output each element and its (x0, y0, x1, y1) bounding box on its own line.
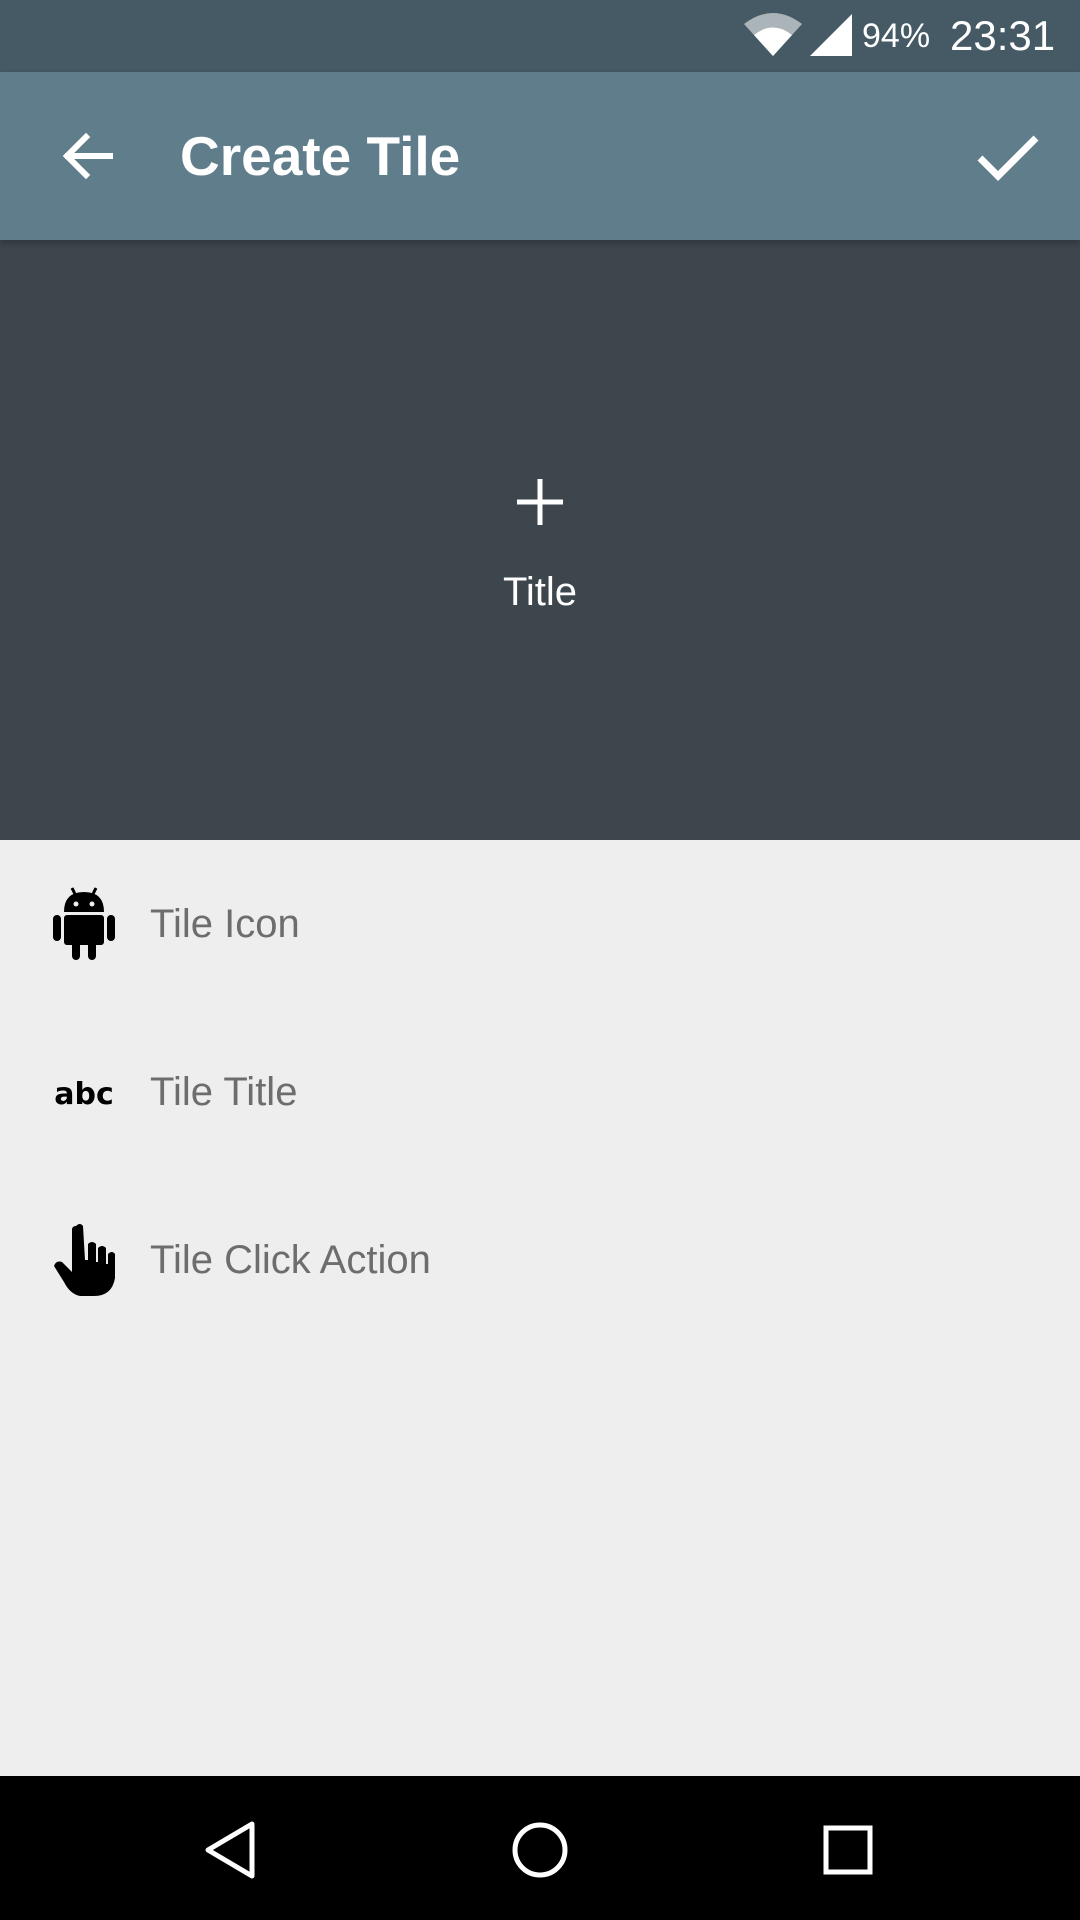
recents-square-icon[interactable] (816, 1818, 880, 1882)
navigation-bar (0, 1776, 1080, 1920)
home-circle-icon[interactable] (508, 1818, 572, 1882)
screen: 94% 23:31 Create Tile Title Tile Icon ab… (0, 0, 1080, 1920)
android-icon (53, 887, 115, 960)
plus-icon (517, 479, 563, 525)
tile-preview-title: Title (502, 570, 578, 614)
option-label: Tile Icon (150, 902, 300, 946)
svg-text:abc: abc (54, 1077, 114, 1112)
page-title: Create Tile (180, 125, 461, 187)
option-label: Tile Click Action (150, 1238, 431, 1282)
option-tile-click-action[interactable]: Tile Click Action (0, 1176, 1080, 1344)
option-tile-title[interactable]: abc Tile Title (0, 1008, 1080, 1176)
option-tile-icon[interactable]: Tile Icon (0, 840, 1080, 1008)
check-icon[interactable] (974, 122, 1042, 190)
cell-signal-icon (810, 14, 852, 56)
back-triangle-icon[interactable] (200, 1818, 264, 1882)
arrow-back-icon[interactable] (56, 124, 120, 188)
option-label: Tile Title (150, 1070, 298, 1114)
abc-text-icon: abc (54, 1077, 114, 1112)
app-bar: Create Tile (0, 72, 1080, 240)
status-bar: 94% 23:31 (0, 0, 1080, 72)
tile-preview[interactable]: Title (0, 240, 1080, 840)
battery-level: 94% (862, 17, 931, 55)
touch-hand-icon (54, 1224, 115, 1296)
clock: 23:31 (950, 12, 1056, 59)
wifi-icon (744, 13, 802, 56)
